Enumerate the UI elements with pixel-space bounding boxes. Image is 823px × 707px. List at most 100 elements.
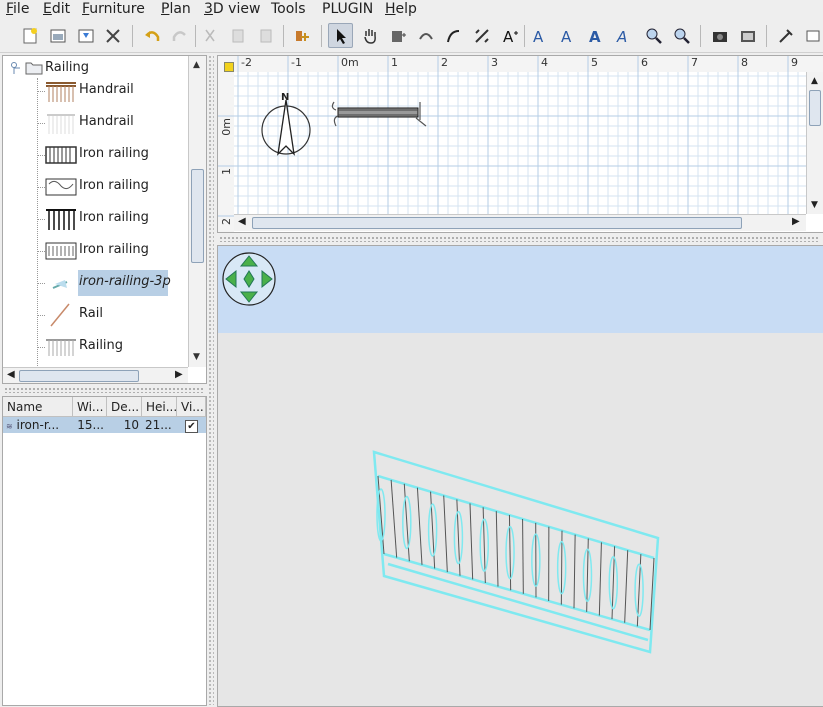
- new-file-icon[interactable]: [17, 23, 42, 48]
- iron-railing-thumbnail: [45, 142, 77, 168]
- railing-plan-symbol[interactable]: [330, 96, 430, 130]
- catalog-item-handrail-2[interactable]: Handrail: [3, 107, 188, 139]
- 3d-view[interactable]: [217, 245, 823, 707]
- view-splitter[interactable]: [219, 236, 819, 242]
- undo-icon[interactable]: [139, 23, 164, 48]
- catalog-item-rail[interactable]: Rail: [3, 299, 188, 331]
- sky: [218, 246, 823, 333]
- decrease-text-size-icon[interactable]: A: [556, 23, 581, 48]
- create-video-icon[interactable]: [735, 23, 760, 48]
- create-rooms-icon[interactable]: [413, 23, 438, 48]
- create-dimensions-icon[interactable]: [469, 23, 494, 48]
- redo-icon[interactable]: [167, 23, 192, 48]
- ruler-y-tick: 2: [220, 218, 233, 225]
- ruler-x-tick: 7: [691, 56, 698, 69]
- furniture-catalog: Railing Handrail Handrail Iron railing I…: [2, 55, 207, 384]
- pan-icon[interactable]: [357, 23, 382, 48]
- add-text-icon[interactable]: A: [497, 23, 522, 48]
- toolbar: A A A A A: [0, 20, 823, 53]
- bold-text-icon[interactable]: A: [584, 23, 609, 48]
- column-width[interactable]: Wi...: [73, 397, 107, 417]
- create-walls-icon[interactable]: [385, 23, 410, 48]
- menu-3d-view[interactable]: 3D view: [204, 1, 260, 17]
- rail-thumbnail: [45, 302, 77, 328]
- catalog-item-iron-railing-4[interactable]: Iron railing: [3, 235, 188, 267]
- select-icon[interactable]: [328, 23, 353, 48]
- menu-bar: File Edit Furniture Plan 3D view Tools P…: [0, 0, 823, 20]
- cut-icon[interactable]: [197, 23, 222, 48]
- folder-icon: [25, 60, 43, 75]
- railing-row-icon: ≋: [6, 422, 13, 431]
- save-icon[interactable]: [73, 23, 98, 48]
- tree-toggle-icon[interactable]: [7, 61, 21, 75]
- cell-depth: 10: [107, 417, 142, 433]
- plan-view: N ▲ ▼ ◀ ▶ -2-10m1234567890m12: [217, 55, 823, 233]
- ruler-x-tick: 8: [741, 56, 748, 69]
- iron-railing-thumbnail: [45, 206, 77, 232]
- catalog-item-railing[interactable]: Railing: [3, 331, 188, 363]
- menu-file[interactable]: File: [6, 1, 29, 17]
- svg-text:A: A: [616, 28, 627, 45]
- ruler-x-tick: 2: [441, 56, 448, 69]
- svg-text:A: A: [589, 28, 601, 45]
- ruler-x-tick: 6: [641, 56, 648, 69]
- iron-railing-thumbnail: [45, 238, 77, 264]
- column-visible[interactable]: Vi...: [177, 397, 206, 417]
- italic-text-icon[interactable]: A: [612, 23, 637, 48]
- svg-text:A: A: [533, 28, 544, 45]
- navigation-arrows-icon[interactable]: [221, 250, 277, 308]
- menu-plan[interactable]: Plan: [161, 1, 191, 17]
- ruler-x-tick: -1: [291, 56, 302, 69]
- cell-height: 21...: [142, 417, 177, 433]
- copy-icon[interactable]: [225, 23, 250, 48]
- paste-icon[interactable]: [253, 23, 278, 48]
- plan-horizontal-scrollbar[interactable]: ◀ ▶: [234, 214, 806, 231]
- column-height[interactable]: Hei...: [142, 397, 177, 417]
- menu-help[interactable]: Help: [385, 1, 417, 17]
- railing-thumbnail: [45, 334, 77, 360]
- cell-name: iron-r...: [17, 418, 60, 432]
- menu-furniture[interactable]: Furniture: [82, 1, 145, 17]
- cell-width: 15...: [73, 417, 107, 433]
- plugin-tool-icon[interactable]: [773, 23, 798, 48]
- furniture-table: Name Wi... De... Hei... Vi... ≋ iron-r..…: [2, 396, 207, 706]
- ruler-y-tick: 1: [220, 168, 233, 175]
- catalog-horizontal-scrollbar[interactable]: ◀ ▶: [3, 367, 188, 384]
- catalog-item-iron-railing-1[interactable]: Iron railing: [3, 139, 188, 171]
- visible-checkbox[interactable]: ✔: [185, 420, 198, 433]
- preferences-icon[interactable]: [100, 23, 125, 48]
- compass-north-label: N: [281, 92, 289, 103]
- ruler-x-tick: -2: [241, 56, 252, 69]
- create-polylines-icon[interactable]: [441, 23, 466, 48]
- svg-text:A: A: [561, 28, 572, 45]
- catalog-item-iron-railing-3[interactable]: Iron railing: [3, 203, 188, 235]
- create-photo-icon[interactable]: [707, 23, 732, 48]
- menu-edit[interactable]: Edit: [43, 1, 70, 17]
- main-splitter[interactable]: [208, 55, 214, 705]
- ruler-x-tick: 1: [391, 56, 398, 69]
- more-tools-icon[interactable]: [800, 23, 823, 48]
- open-icon[interactable]: [45, 23, 70, 48]
- catalog-item-iron-railing-3p[interactable]: iron-railing-3p: [3, 267, 188, 299]
- compass-icon[interactable]: [258, 94, 314, 158]
- ruler-x-tick: 4: [541, 56, 548, 69]
- increase-text-size-icon[interactable]: A: [528, 23, 553, 48]
- handrail-thumbnail: [45, 78, 77, 104]
- railing-3d-model[interactable]: [368, 446, 668, 666]
- left-splitter[interactable]: [4, 387, 204, 393]
- menu-tools[interactable]: Tools: [271, 1, 306, 17]
- category-label: Railing: [45, 60, 89, 75]
- ruler-x-tick: 3: [491, 56, 498, 69]
- zoom-in-icon[interactable]: [641, 23, 666, 48]
- catalog-vertical-scrollbar[interactable]: ▲ ▼: [188, 56, 206, 367]
- catalog-item-handrail-1[interactable]: Handrail: [3, 75, 188, 107]
- menu-plugin[interactable]: PLUGIN: [322, 1, 373, 17]
- column-name[interactable]: Name: [3, 397, 73, 417]
- add-furniture-icon[interactable]: [289, 23, 314, 48]
- catalog-item-iron-railing-2[interactable]: Iron railing: [3, 171, 188, 203]
- column-depth[interactable]: De...: [107, 397, 142, 417]
- plan-vertical-scrollbar[interactable]: ▲ ▼: [806, 72, 823, 214]
- handrail-thumbnail: [45, 110, 77, 136]
- zoom-out-icon[interactable]: [669, 23, 694, 48]
- iron-railing-3p-thumbnail: [45, 270, 77, 296]
